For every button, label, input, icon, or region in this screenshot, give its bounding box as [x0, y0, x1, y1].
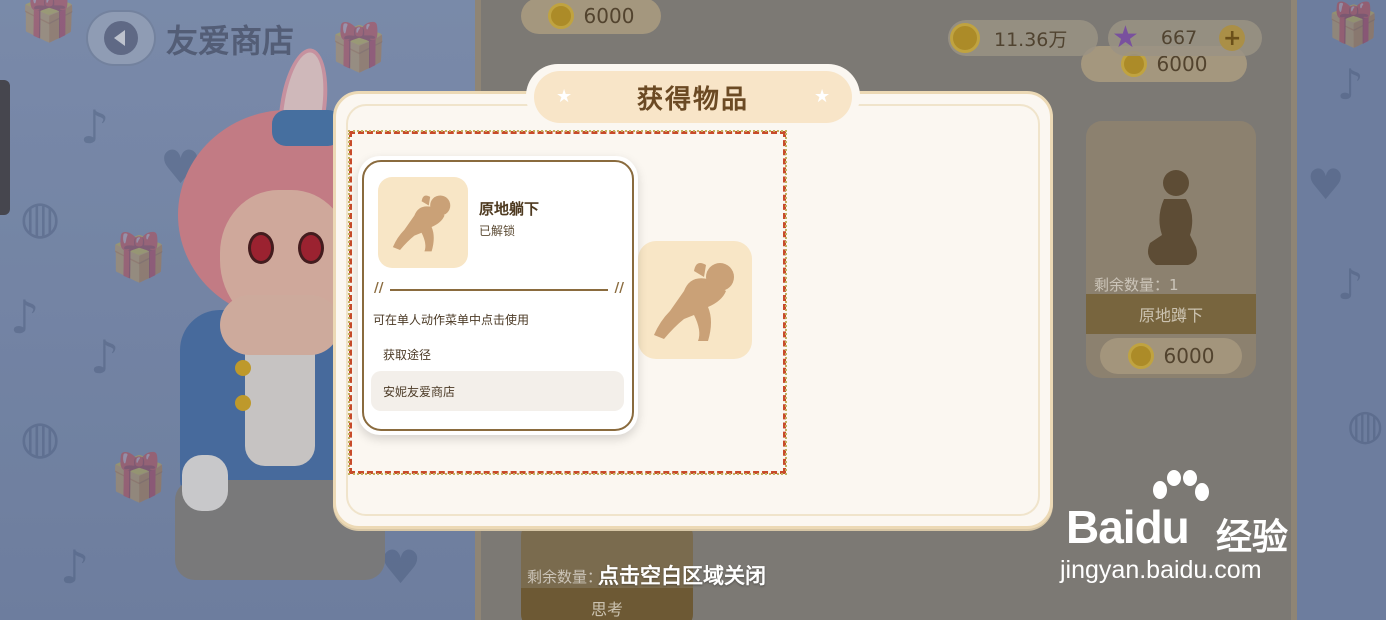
- lie-down-figure-icon: [390, 187, 456, 257]
- item-description: 可在单人动作菜单中点击使用: [373, 313, 530, 327]
- item-name: 原地躺下: [479, 200, 540, 218]
- acquire-label: 获取途径: [383, 348, 432, 362]
- watermark-url: jingyan.baidu.com: [1060, 556, 1262, 584]
- close-hint[interactable]: 点击空白区域关闭: [598, 560, 766, 590]
- star-icon: ★: [814, 86, 831, 107]
- jingyan-text: 经验: [1216, 517, 1289, 558]
- star-icon: ★: [556, 86, 573, 107]
- baidu-jingyan-watermark: Baidu 经验 jingyan.baidu.com: [1060, 470, 1312, 590]
- item-icon: [378, 177, 468, 268]
- acquire-source[interactable]: 安妮友爱商店: [371, 371, 624, 411]
- lie-down-figure-icon: [650, 255, 742, 345]
- baidu-logo-text: Baidu: [1066, 501, 1190, 553]
- item-status: 已解锁: [479, 224, 516, 238]
- reward-item-tile[interactable]: [638, 241, 752, 359]
- dialog-title: 获得物品: [534, 71, 852, 123]
- divider: // //: [374, 281, 624, 296]
